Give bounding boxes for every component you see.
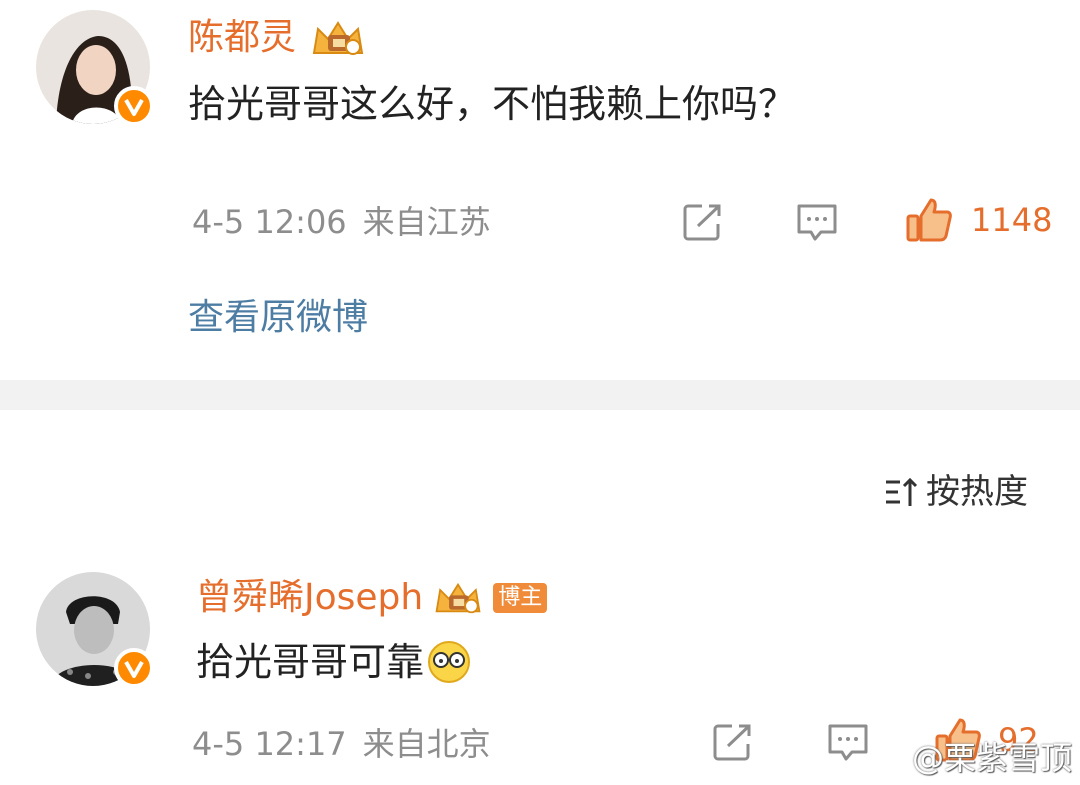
like-count: 1148: [971, 201, 1053, 239]
verified-badge-icon: [114, 86, 154, 126]
location: 来自北京: [362, 725, 491, 763]
sort-label: 按热度: [926, 472, 1028, 512]
timestamp: 4-5 12:17: [192, 725, 347, 763]
share-icon[interactable]: [712, 722, 754, 762]
weibo-logo-icon: [874, 744, 907, 770]
location: 来自江苏: [362, 203, 491, 241]
verified-badge-icon: [114, 648, 154, 688]
section-divider: [0, 380, 1080, 410]
like-icon[interactable]: [905, 196, 953, 244]
username[interactable]: 陈都灵: [188, 18, 296, 58]
view-original-link[interactable]: 查看原微博: [188, 298, 368, 338]
crown-level-icon: [435, 582, 481, 614]
watermark-text: @栗紫雪顶: [911, 739, 1072, 777]
comment-text: 拾光哥哥这么好，不怕我赖上你吗？: [188, 82, 797, 126]
share-icon[interactable]: [682, 202, 724, 242]
sort-icon: [886, 477, 918, 506]
emoji-glasses-icon: [428, 641, 471, 683]
author-tag: 博主: [493, 583, 548, 613]
avatar[interactable]: [36, 572, 154, 688]
comment-icon[interactable]: [795, 202, 839, 242]
comment-icon[interactable]: [826, 722, 870, 762]
avatar[interactable]: [36, 10, 154, 126]
comment-text: 拾光哥哥可靠: [196, 640, 425, 684]
sort-by-hot-button[interactable]: 按热度: [884, 472, 1028, 512]
timestamp: 4-5 12:06: [192, 203, 347, 241]
crown-level-icon: [312, 21, 364, 55]
weibo-watermark: @栗紫雪顶: [874, 733, 1072, 779]
username[interactable]: 曾舜晞Joseph: [196, 578, 423, 618]
